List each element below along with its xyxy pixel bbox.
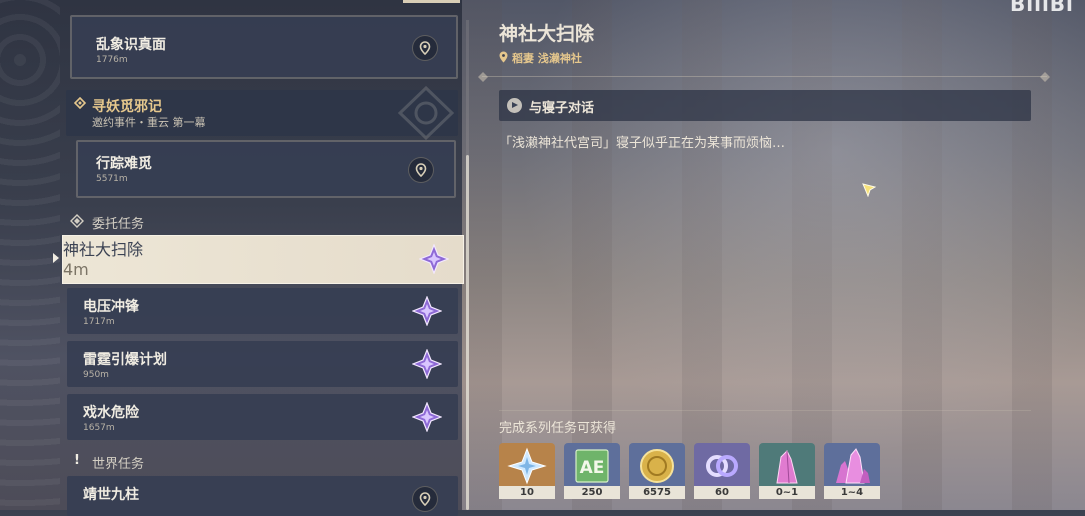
reward-count: 250 bbox=[564, 486, 620, 499]
reward-count: 10 bbox=[499, 486, 555, 499]
objective-text: 与寝子对话 bbox=[529, 101, 595, 116]
quest-item-title: 乱象识真面 bbox=[96, 37, 166, 53]
selected-indicator-icon bbox=[53, 253, 59, 263]
commission-distance: 4m bbox=[63, 260, 89, 279]
location-pin-icon bbox=[499, 51, 508, 63]
reward-ore[interactable]: 0~1 bbox=[759, 443, 815, 499]
divider-ornament-icon bbox=[1040, 72, 1050, 82]
event-emblem-icon bbox=[397, 86, 455, 140]
commission-item[interactable]: 雷霆引爆计划 950m bbox=[67, 341, 458, 387]
reward-primogem[interactable]: 10 bbox=[499, 443, 555, 499]
commission-title: 雷霆引爆计划 bbox=[83, 352, 167, 368]
map-pin-icon[interactable] bbox=[412, 486, 438, 512]
event-quest-icon bbox=[74, 97, 86, 109]
quest-item-distance: 1776m bbox=[96, 55, 128, 65]
adventure-exp-icon: AE bbox=[575, 449, 609, 483]
quest-location: 稻妻 浅濑神社 bbox=[512, 52, 582, 65]
quest-item-1[interactable]: 乱象识真面 1776m bbox=[70, 15, 458, 79]
commission-title: 戏水危险 bbox=[83, 405, 139, 421]
reward-adventure-exp[interactable]: AE 250 bbox=[564, 443, 620, 499]
ore-crystal-icon bbox=[776, 450, 798, 484]
reward-ore-large[interactable]: 1~4 bbox=[824, 443, 880, 499]
reward-count: 0~1 bbox=[759, 486, 815, 499]
watermark-logo: BiliBi bbox=[1010, 0, 1074, 16]
event-quest-title: 寻妖觅邪记 bbox=[92, 99, 162, 115]
world-quest-title: 靖世九柱 bbox=[83, 487, 139, 503]
reward-companionship[interactable]: 60 bbox=[694, 443, 750, 499]
rewards-label: 完成系列任务可获得 bbox=[499, 421, 617, 436]
commission-section-label: 委托任务 bbox=[92, 217, 145, 232]
commission-distance: 950m bbox=[83, 370, 109, 380]
commission-distance: 1657m bbox=[83, 423, 115, 433]
world-section-label: 世界任务 bbox=[92, 457, 145, 472]
reward-mora[interactable]: 6575 bbox=[629, 443, 685, 499]
quest-description: 「浅濑神社代宫司」寝子似乎正在为某事而烦恼… bbox=[499, 136, 786, 151]
commission-star-icon bbox=[419, 244, 449, 274]
panel-ornament bbox=[0, 0, 60, 510]
primogem-icon bbox=[507, 447, 547, 485]
reward-count: 6575 bbox=[629, 486, 685, 499]
mora-icon bbox=[640, 449, 674, 483]
rewards-divider bbox=[499, 410, 1031, 411]
quest-item-2[interactable]: 行踪难觅 5571m bbox=[76, 140, 456, 198]
ore-crystal-large-icon bbox=[836, 448, 870, 484]
scrollbar-thumb[interactable] bbox=[466, 155, 469, 510]
commission-distance: 1717m bbox=[83, 317, 115, 327]
commission-star-icon bbox=[412, 296, 442, 326]
quest-item-distance: 5571m bbox=[96, 174, 128, 184]
companionship-exp-icon bbox=[706, 455, 738, 477]
commission-star-icon bbox=[412, 349, 442, 379]
event-quest-subtitle: 邀约事件・重云 第一幕 bbox=[92, 116, 206, 129]
commission-item[interactable]: 戏水危险 1657m bbox=[67, 394, 458, 440]
quest-detail-title: 神社大扫除 bbox=[499, 23, 595, 45]
commission-title: 神社大扫除 bbox=[63, 240, 144, 259]
map-pin-icon[interactable] bbox=[412, 35, 438, 61]
event-quest-header[interactable]: 寻妖觅邪记 邀约事件・重云 第一幕 bbox=[66, 86, 458, 140]
world-quest-item[interactable]: 靖世九柱 bbox=[67, 476, 458, 516]
commission-icon bbox=[70, 214, 84, 228]
commission-title: 电压冲锋 bbox=[83, 299, 139, 315]
map-pin-icon[interactable] bbox=[408, 157, 434, 183]
tab-indicator bbox=[403, 0, 460, 3]
exclamation-icon: ! bbox=[74, 453, 80, 468]
divider-ornament-icon bbox=[478, 72, 488, 82]
objective-row[interactable]: 与寝子对话 bbox=[499, 90, 1031, 121]
commission-star-icon bbox=[412, 402, 442, 432]
commission-item[interactable]: 电压冲锋 1717m bbox=[67, 288, 458, 334]
quest-item-title: 行踪难觅 bbox=[96, 156, 152, 172]
play-arrow-icon bbox=[507, 98, 522, 113]
reward-count: 60 bbox=[694, 486, 750, 499]
commission-item-selected[interactable]: 神社大扫除 4m bbox=[62, 235, 464, 284]
reward-count: 1~4 bbox=[824, 486, 880, 499]
svg-text:AE: AE bbox=[580, 458, 605, 478]
cursor-icon bbox=[862, 183, 876, 197]
title-divider bbox=[482, 76, 1047, 77]
